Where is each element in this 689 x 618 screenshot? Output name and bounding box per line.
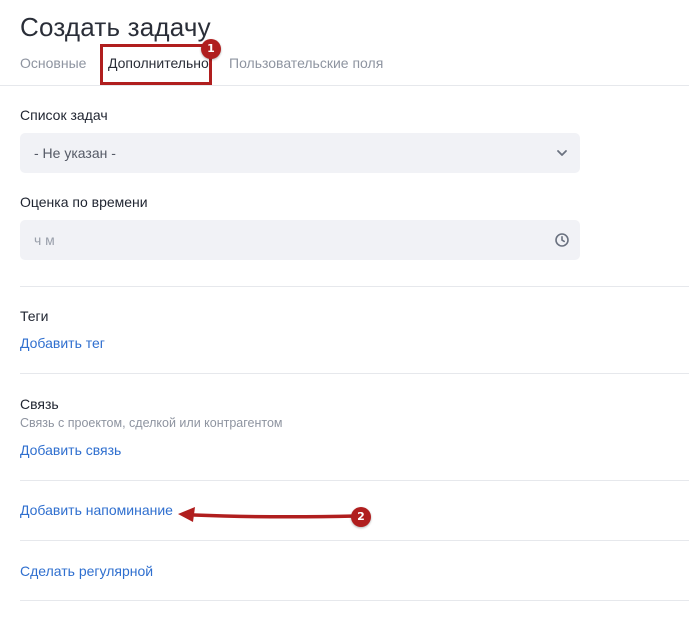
annotation-arrow bbox=[178, 507, 358, 522]
section-divider bbox=[20, 540, 689, 541]
annotation-marker-2: 2 bbox=[351, 507, 371, 527]
make-recurring-link[interactable]: Сделать регулярной bbox=[20, 563, 153, 579]
section-divider bbox=[20, 600, 689, 601]
